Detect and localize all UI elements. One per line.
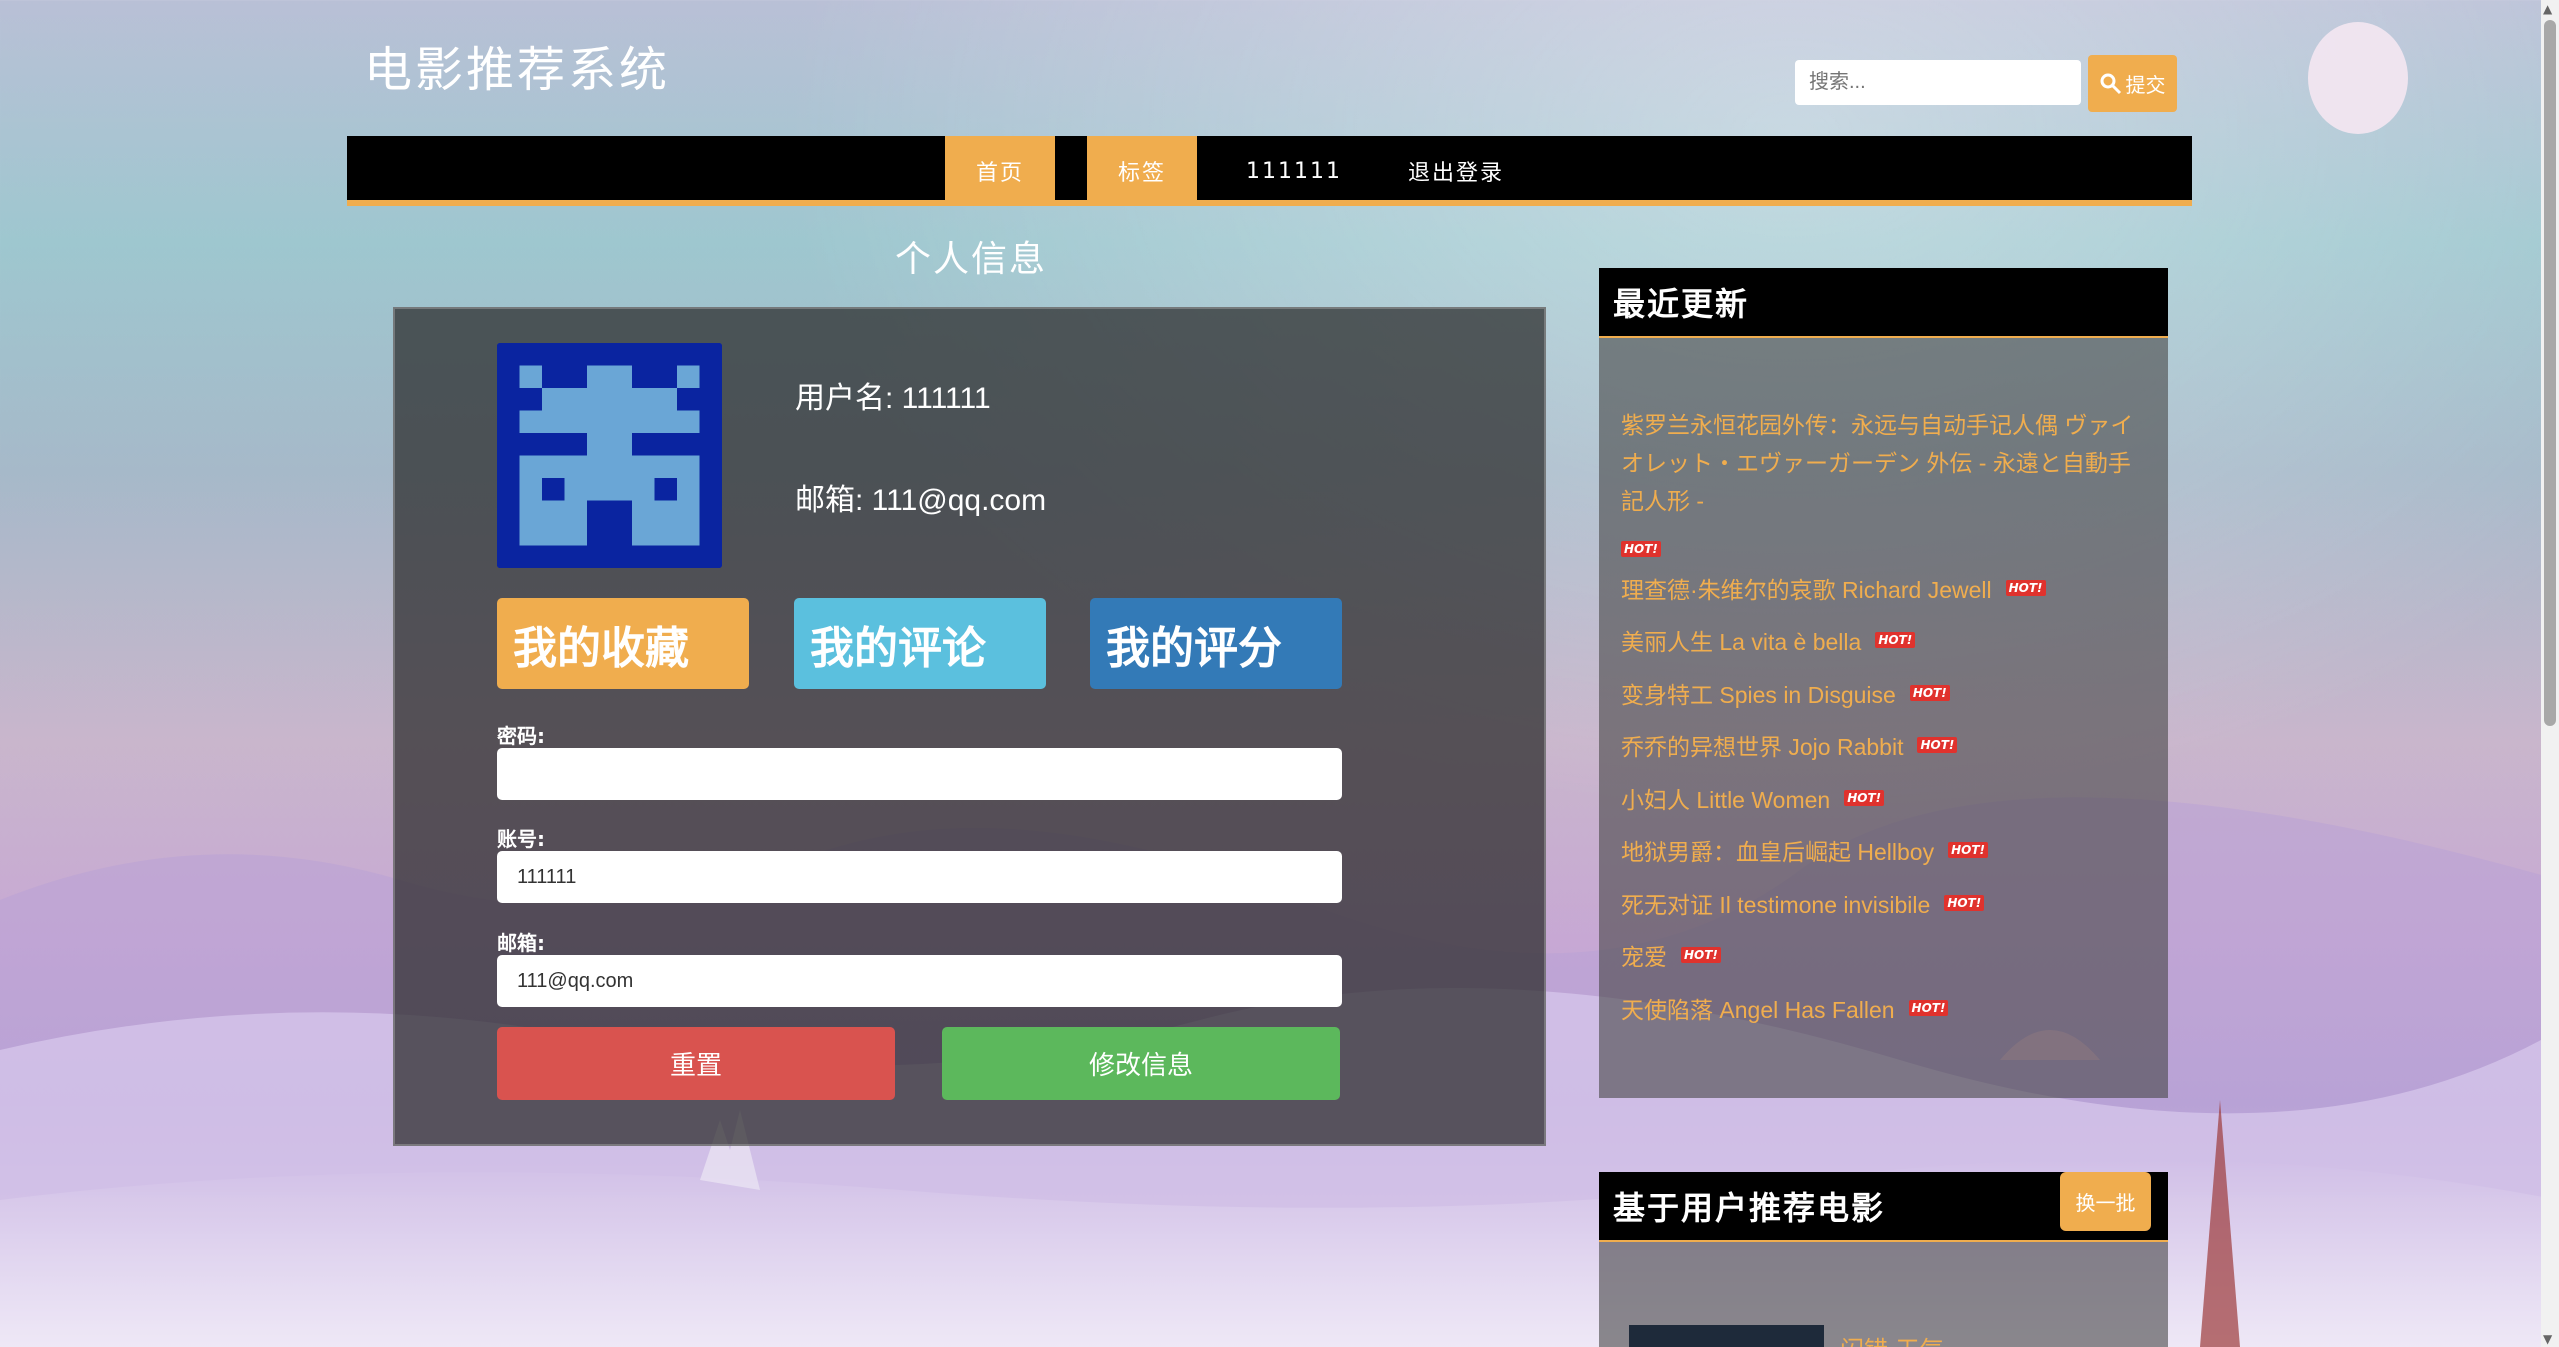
hot-badge: HOT! — [1909, 685, 1950, 701]
recent-item[interactable]: 小妇人 Little Women HOT! — [1621, 781, 1885, 819]
recent-item[interactable]: 美丽人生 La vita è bella HOT! — [1621, 623, 1916, 661]
recent-item-title: 天使陷落 Angel Has Fallen — [1621, 997, 1895, 1023]
username-text: 用户名: 111111 — [795, 382, 991, 415]
movie-poster-thumbnail[interactable] — [1629, 1325, 1824, 1347]
recent-item[interactable]: 理查德·朱维尔的哀歌 Richard Jewell HOT! — [1621, 571, 2046, 609]
recent-item-title: 死无对证 Il testimone invisibile — [1621, 892, 1931, 918]
swap-batch-button[interactable]: 换一批 — [2060, 1172, 2151, 1231]
hot-badge: HOT! — [2005, 580, 2046, 596]
site-title[interactable]: 电影推荐系统 — [364, 30, 670, 100]
nav-item-user[interactable]: 111111 — [1229, 136, 1359, 206]
recent-item-title: 宠爱 — [1621, 944, 1667, 970]
recent-item-title: 乔乔的异想世界 Jojo Rabbit — [1621, 734, 1904, 760]
email-label: 邮箱: — [497, 931, 545, 955]
my-comments-button[interactable]: 我的评论 — [794, 598, 1046, 689]
search-input[interactable] — [1795, 60, 2081, 105]
password-label: 密码: — [497, 724, 545, 748]
profile-section-title: 个人信息 — [895, 239, 1048, 280]
identicon-image — [497, 343, 722, 568]
hot-badge: HOT! — [1944, 895, 1985, 911]
recent-item-title: 理查德·朱维尔的哀歌 Richard Jewell — [1621, 577, 1992, 603]
recent-item[interactable]: 死无对证 Il testimone invisibile HOT! — [1621, 886, 1985, 924]
recent-item-title: 紫罗兰永恒花园外传：永远与自动手记人偶 ヴァイオレット・エヴァーガーデン 外伝 … — [1621, 412, 2134, 514]
recent-item-title: 变身特工 Spies in Disguise — [1621, 682, 1896, 708]
nav-item-tags[interactable]: 标签 — [1087, 136, 1197, 206]
hot-badge: HOT! — [1621, 541, 1661, 557]
my-favorites-button[interactable]: 我的收藏 — [497, 598, 749, 689]
reset-button[interactable]: 重置 — [497, 1027, 895, 1100]
hot-badge: HOT! — [1875, 632, 1916, 648]
search-submit-button[interactable]: 提交 — [2088, 55, 2177, 112]
moon-decoration — [2308, 22, 2408, 134]
my-ratings-button[interactable]: 我的评分 — [1090, 598, 1342, 689]
hot-badge: HOT! — [1681, 947, 1721, 963]
recent-item-title: 地狱男爵：血皇后崛起 Hellboy — [1621, 839, 1935, 865]
hot-badge: HOT! — [1948, 842, 1989, 858]
update-info-button[interactable]: 修改信息 — [942, 1027, 1340, 1100]
recommend-movie-title[interactable]: 闪错 天气 — [1840, 1330, 1944, 1347]
nav-item-logout[interactable]: 退出登录 — [1381, 136, 1531, 206]
scroll-down-arrow-icon[interactable]: ▼ — [2543, 1332, 2552, 1346]
recent-updates-panel: 最近更新 紫罗兰永恒花园外传：永远与自动手记人偶 ヴァイオレット・エヴァーガーデ… — [1599, 268, 2168, 1098]
main-navbar: 首页 标签 111111 退出登录 — [347, 136, 2192, 206]
hot-badge: HOT! — [1917, 737, 1958, 753]
email-field[interactable] — [497, 955, 1342, 1007]
recent-item[interactable]: 宠爱 HOT! — [1621, 938, 1721, 976]
search-submit-label: 提交 — [2125, 73, 2166, 97]
recent-item-title: 小妇人 Little Women — [1621, 787, 1831, 813]
recent-updates-title: 最近更新 — [1599, 268, 2168, 338]
recent-item[interactable]: 地狱男爵：血皇后崛起 Hellboy HOT! — [1621, 833, 1989, 871]
account-field[interactable] — [497, 851, 1342, 903]
scroll-up-arrow-icon[interactable]: ▲ — [2543, 2, 2552, 16]
hot-badge: HOT! — [1844, 790, 1885, 806]
recent-item[interactable]: 乔乔的异想世界 Jojo Rabbit HOT! — [1621, 728, 1958, 766]
avatar — [497, 343, 722, 568]
password-field[interactable] — [497, 748, 1342, 800]
recent-item[interactable]: 变身特工 Spies in Disguise HOT! — [1621, 676, 1950, 714]
page-scrollbar-thumb[interactable] — [2544, 20, 2556, 726]
recent-item: HOT! — [1621, 532, 1661, 570]
nav-item-home[interactable]: 首页 — [945, 136, 1055, 206]
email-text: 邮箱: 111@qq.com — [795, 484, 1047, 517]
account-label: 账号: — [497, 827, 545, 851]
recent-item-title: 美丽人生 La vita è bella — [1621, 629, 1862, 655]
hot-badge: HOT! — [1908, 1000, 1949, 1016]
recent-item[interactable]: 紫罗兰永恒花园外传：永远与自动手记人偶 ヴァイオレット・エヴァーガーデン 外伝 … — [1621, 406, 2151, 520]
search-icon — [2100, 73, 2121, 94]
recent-item[interactable]: 天使陷落 Angel Has Fallen HOT! — [1621, 991, 1949, 1029]
